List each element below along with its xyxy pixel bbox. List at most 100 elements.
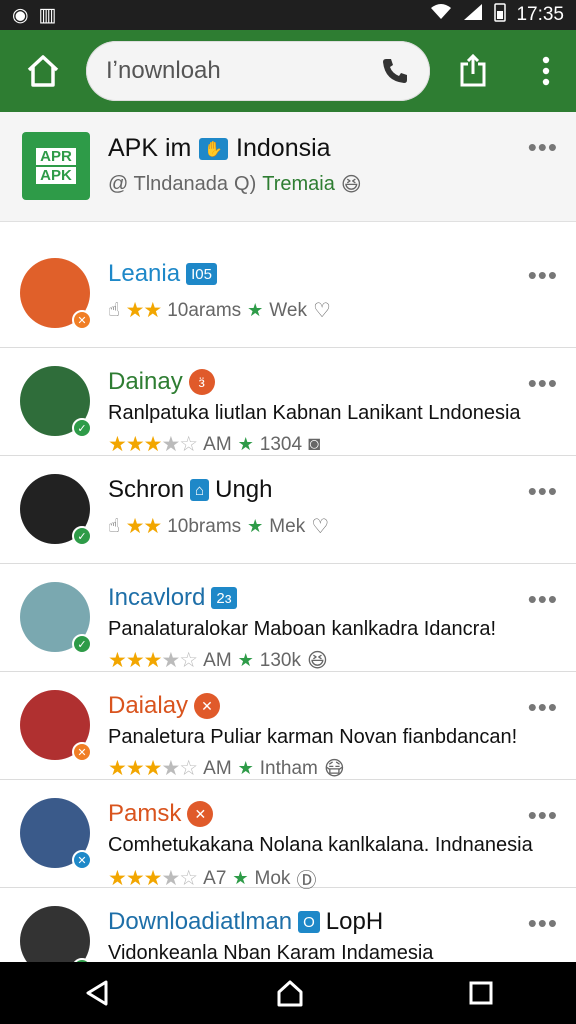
app-bar: Iʼnownloah [0, 30, 576, 112]
item-title: Incavlord 2ɜ [108, 584, 237, 612]
avatar: ✓ [20, 474, 92, 546]
item-meta-1: AM [203, 433, 232, 455]
navigation-bar [0, 962, 576, 1024]
item-meta-2: Wek [269, 299, 307, 321]
status-bar: ◉ ▥ 17:35 [0, 0, 576, 30]
item-title: Schron ⌂ Ungh [108, 476, 272, 504]
header-sub-3: Tremaia [262, 173, 335, 195]
item-meta: ★★★★☆ AM ★ 1304 ◙ [108, 432, 320, 457]
signal-icon [462, 3, 484, 27]
item-meta: ☝ ★★ 10arams ★ Wek ♡ [108, 298, 331, 323]
item-tag: ✕ [194, 693, 221, 719]
thumb-icon: ☝ [108, 300, 120, 321]
battery-icon [494, 2, 507, 28]
list-item[interactable]: ✓ Schron ⌂ Ungh ☝ ★★ 10brams ★ Mek ♡ ••• [0, 456, 576, 564]
thumb-icon: ☝ [108, 516, 120, 537]
phone-icon[interactable] [380, 56, 410, 86]
item-meta-1: AM [203, 757, 232, 779]
item-meta-1: 10brams [167, 515, 242, 537]
item-meta-2: Mok [254, 867, 291, 889]
item-more-button[interactable]: ••• [528, 694, 558, 720]
rating-stars: ★★★★☆ [108, 648, 198, 673]
item-more-button[interactable]: ••• [528, 586, 558, 612]
search-input[interactable]: Iʼnownloah [106, 57, 380, 85]
app-notification-icon: ◉ [12, 4, 29, 26]
stars-empty: ★☆ [161, 649, 198, 672]
item-name: Leania [108, 260, 181, 287]
list-item[interactable]: ✓ Incavlord 2ɜ Panalaturalokar Maboan kanlk… [0, 564, 576, 672]
item-tag: ✕ [187, 801, 214, 827]
header-more-button[interactable]: ••• [528, 134, 558, 160]
avatar: ✕ [20, 798, 92, 870]
item-more-button[interactable]: ••• [528, 370, 558, 396]
apk-logo: APR APK [22, 132, 90, 200]
avatar: ✕ [20, 258, 92, 330]
rating-stars: ★★★★☆ [108, 432, 198, 457]
recents-icon[interactable] [468, 980, 494, 1006]
item-more-button[interactable]: ••• [528, 910, 558, 936]
item-meta-icon: 😆 [306, 650, 328, 672]
item-description: Ranlpatuka liutlan Kabnan Lanikant Lndon… [108, 402, 521, 424]
item-meta-icon: 😷 [323, 758, 345, 780]
item-name: Downloadiatlman [108, 908, 293, 935]
item-meta: ★★★★☆ AM ★ 130k 😆 [108, 648, 328, 673]
stars-empty: ★☆ [161, 433, 198, 456]
item-name: Daialay [108, 692, 189, 719]
list-item[interactable]: ✕ Daialay ✕ Panaletura Puliar karman Novan … [0, 672, 576, 780]
avatar: ✓ [20, 906, 92, 962]
header-sub-2: Q) [234, 173, 257, 195]
green-star-icon: ★ [247, 300, 264, 320]
item-more-button[interactable]: ••• [528, 262, 558, 288]
rating-stars: ★★ [125, 298, 163, 323]
item-meta-icon: ♡ [312, 300, 331, 322]
storage-icon: ▥ [38, 4, 57, 26]
stars-full: ★★ [125, 515, 163, 538]
list-item[interactable]: ✕ Leania I05 ☝ ★★ 10arams ★ Wek ♡ ••• [0, 240, 576, 348]
item-title: Pamsk ✕ [108, 800, 214, 828]
green-star-icon: ★ [247, 516, 264, 536]
share-button[interactable] [430, 54, 516, 88]
green-star-icon: ★ [232, 868, 249, 888]
item-meta-2: Mek [269, 515, 306, 537]
list-item[interactable]: ✕ Pamsk ✕ Comhetukakana Nolana kanlkalana. … [0, 780, 576, 892]
home-button[interactable] [0, 30, 86, 112]
item-description: Vidonkeanla Nban Karam Indamesia [108, 942, 434, 962]
stars-empty: ★☆ [161, 757, 198, 780]
item-meta-2: 130k [259, 649, 301, 671]
rating-stars: ★★ [125, 514, 163, 539]
item-meta-icon: ♡ [311, 516, 330, 538]
item-tag: ӟ [188, 369, 215, 395]
item-title: Dainay ӟ [108, 368, 215, 396]
overflow-menu-button[interactable] [516, 56, 576, 86]
item-name: Incavlord [108, 584, 206, 611]
stars-full: ★★★ [108, 433, 162, 456]
item-description: Comhetukakana Nolana kanlkalana. Indnane… [108, 834, 533, 856]
status-badge: ✓ [72, 526, 92, 546]
search-bar[interactable]: Iʼnownloah [86, 41, 430, 101]
hand-icon: ✋ [199, 137, 229, 160]
item-name-suffix: LopH [325, 908, 384, 935]
item-tag: 2ɜ [211, 587, 237, 609]
stars-full: ★★ [125, 299, 163, 322]
share-icon [460, 54, 486, 87]
list-item[interactable]: ✓ Dainay ӟ Ranlpatuka liutlan Kabnan Lanika… [0, 348, 576, 456]
item-more-button[interactable]: ••• [528, 478, 558, 504]
item-tag: O [298, 911, 320, 933]
back-icon[interactable] [82, 978, 112, 1008]
item-more-button[interactable]: ••• [528, 802, 558, 828]
app-list: ✕ Leania I05 ☝ ★★ 10arams ★ Wek ♡ ••• ✓ Dainay ӟ Ranl… [0, 240, 576, 962]
item-meta-1: 10arams [167, 299, 242, 321]
status-badge: ✓ [72, 418, 92, 438]
home-nav-icon[interactable] [275, 978, 305, 1008]
rating-stars: ★★★★☆ [108, 756, 198, 781]
item-tag: ⌂ [190, 479, 210, 501]
home-icon [27, 55, 59, 87]
avatar: ✓ [20, 366, 92, 438]
header-sub-1: @ Tlndanada [108, 173, 229, 195]
stars-empty: ★☆ [161, 867, 198, 890]
item-meta-2: Intham [259, 757, 318, 779]
item-name-suffix: Ungh [215, 476, 273, 503]
item-title: Downloadiatlman O LopH [108, 908, 383, 936]
list-item[interactable]: ✓ DownloadiatlmanOLopH Vidonkeanla Nban Ka… [0, 888, 576, 962]
header-card[interactable]: APR APK APK im ✋ Indonsia @ Tlndanada Q)… [0, 112, 576, 222]
